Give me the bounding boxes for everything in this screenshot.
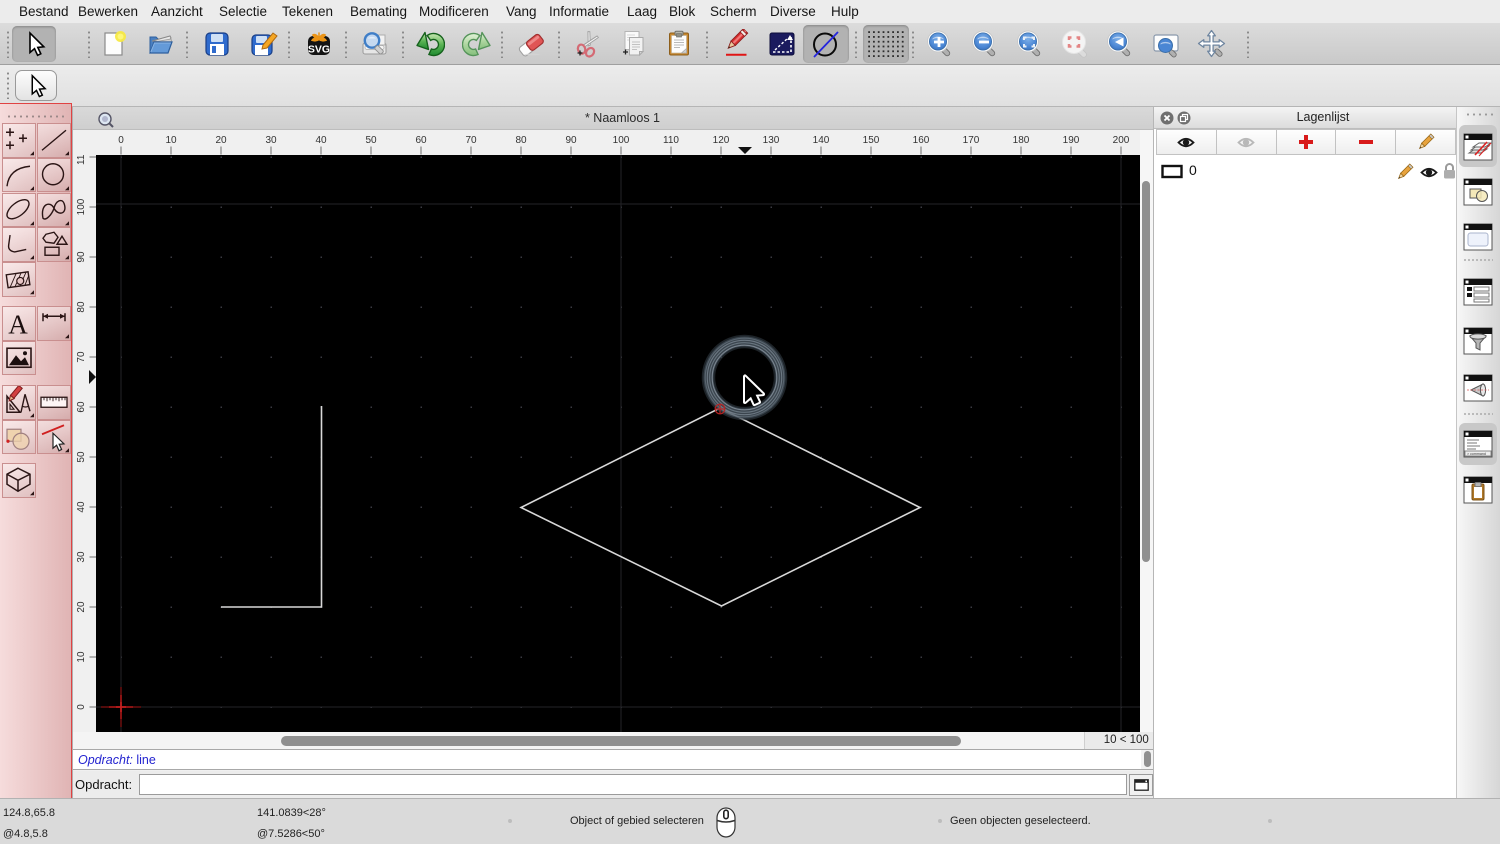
svg-text:130: 130 (763, 135, 780, 146)
svg-text:200: 200 (1113, 135, 1130, 146)
svg-text:170: 170 (963, 135, 980, 146)
svg-text:10: 10 (165, 135, 177, 146)
svg-text:> command: > command (1467, 452, 1486, 456)
svg-text:90: 90 (565, 135, 577, 146)
svg-text:30: 30 (265, 135, 277, 146)
svg-text:180: 180 (1013, 135, 1030, 146)
svg-text:140: 140 (813, 135, 830, 146)
svg-text:20: 20 (215, 135, 227, 146)
svg-text:100: 100 (76, 198, 87, 215)
svg-text:60: 60 (415, 135, 427, 146)
svg-text:A: A (8, 309, 28, 339)
svg-text:190: 190 (1063, 135, 1080, 146)
svg-text:160: 160 (913, 135, 930, 146)
svg-text:0: 0 (76, 704, 87, 710)
svg-text:30: 30 (76, 551, 87, 563)
svg-text:110: 110 (663, 135, 679, 146)
svg-text:150: 150 (863, 135, 880, 146)
svg-text:40: 40 (76, 501, 87, 513)
svg-text:SVG: SVG (308, 44, 330, 56)
svg-text:40: 40 (315, 135, 327, 146)
svg-text:80: 80 (515, 135, 527, 146)
svg-text:70: 70 (76, 351, 87, 363)
svg-text:100: 100 (613, 135, 630, 146)
svg-text:50: 50 (365, 135, 377, 146)
svg-text:80: 80 (76, 301, 87, 313)
svg-text:110: 110 (76, 155, 87, 165)
svg-text:10: 10 (76, 651, 87, 663)
svg-text:0: 0 (118, 135, 124, 146)
svg-text:20: 20 (76, 601, 87, 613)
svg-text:120: 120 (713, 135, 730, 146)
svg-text:60: 60 (76, 401, 87, 413)
svg-text:70: 70 (465, 135, 477, 146)
svg-text:50: 50 (76, 451, 87, 463)
svg-text:90: 90 (76, 251, 87, 263)
